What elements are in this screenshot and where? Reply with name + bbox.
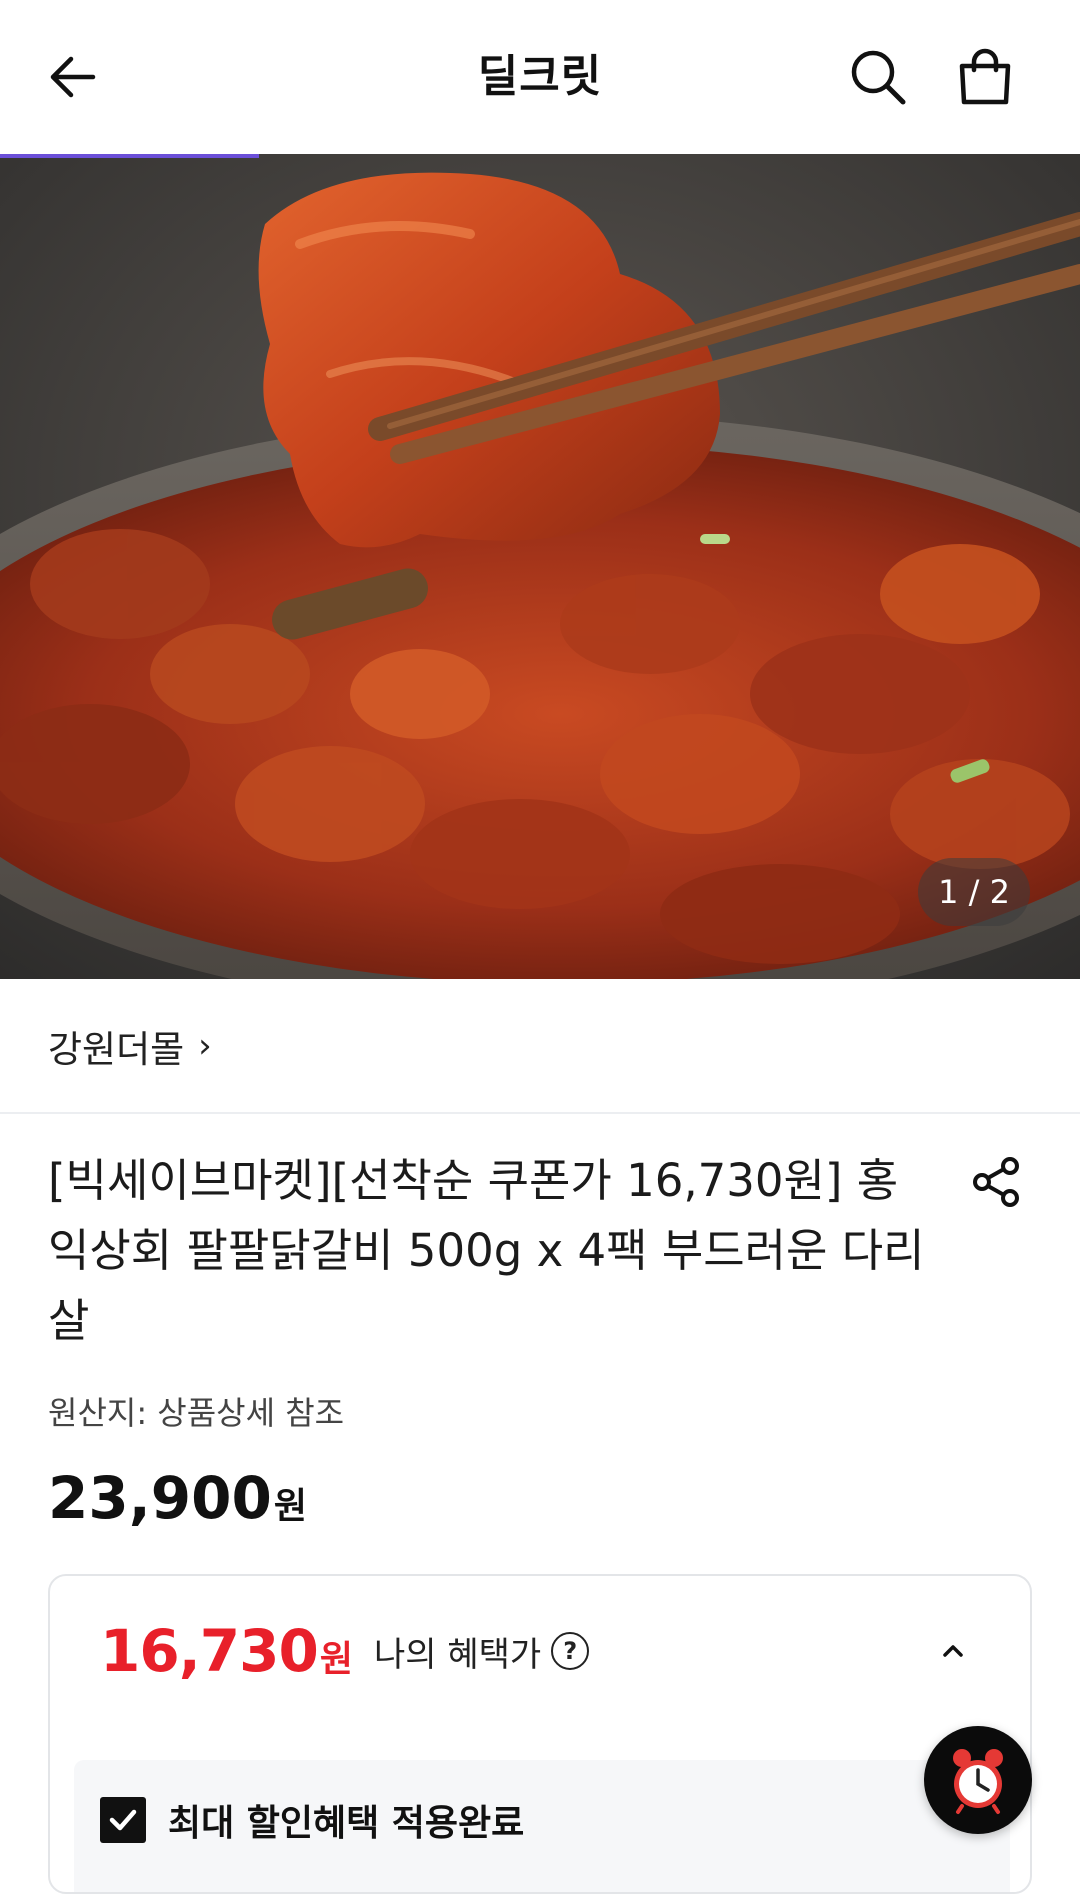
benefit-price-unit: 원	[319, 1639, 353, 1680]
image-counter: 1 / 2	[918, 858, 1030, 926]
cart-button[interactable]	[948, 40, 1022, 114]
checkmark-icon	[109, 1809, 137, 1831]
product-image-carousel[interactable]: 1 / 2	[0, 154, 1080, 979]
chevron-right-icon: ›	[198, 1026, 212, 1066]
top-bar: 딜크릿	[0, 0, 1080, 154]
collapse-button[interactable]	[928, 1626, 978, 1676]
app-title: 딜크릿	[477, 51, 603, 102]
product-price: 23,900원	[48, 1464, 307, 1532]
divider	[0, 1112, 1080, 1114]
search-icon	[851, 50, 906, 105]
search-button[interactable]	[841, 40, 915, 114]
price-value: 23,900	[48, 1464, 272, 1532]
product-photo	[0, 154, 1080, 979]
gallery-progress-bar	[0, 154, 260, 158]
max-discount-row[interactable]: 최대 할인혜택 적용완료	[100, 1794, 524, 1846]
alarm-button[interactable]	[924, 1726, 1032, 1834]
share-button[interactable]	[966, 1152, 1026, 1212]
price-unit: 원	[273, 1486, 307, 1527]
checkbox-checked[interactable]	[100, 1797, 146, 1843]
benefit-price: 16,730원	[100, 1617, 353, 1685]
seller-name: 강원더몰	[48, 1028, 185, 1071]
alarm-clock-icon	[953, 1749, 1003, 1814]
max-discount-label: 최대 할인혜택 적용완료	[168, 1803, 525, 1844]
benefit-card: 16,730원 나의 혜택가 ?	[48, 1574, 1032, 1894]
shopping-bag-icon	[959, 48, 1011, 105]
benefit-header[interactable]: 16,730원 나의 혜택가 ?	[50, 1576, 1030, 1726]
help-icon[interactable]: ?	[551, 1632, 590, 1670]
origin-info: 원산지: 상품상세 참조	[48, 1394, 345, 1432]
benefit-label: 나의 혜택가	[373, 1634, 542, 1675]
share-icon	[973, 1157, 1019, 1207]
benefit-price-value: 16,730	[100, 1617, 319, 1685]
product-title: [빅세이브마켓][선착순 쿠폰가 16,730원] 홍익상회 팔팔닭갈비 500…	[48, 1154, 925, 1347]
chevron-up-icon	[943, 1645, 963, 1657]
seller-link[interactable]: 강원더몰 ›	[0, 979, 1080, 1113]
